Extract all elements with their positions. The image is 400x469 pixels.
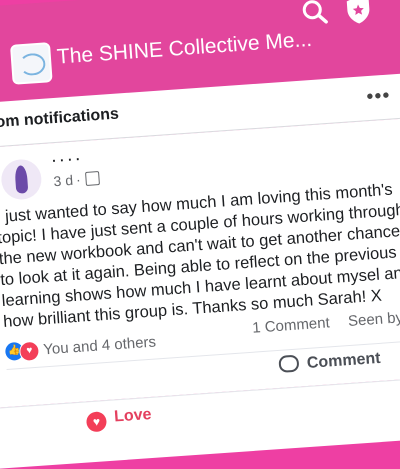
love-reaction-icon: ♥ (18, 340, 41, 362)
search-icon[interactable] (299, 0, 329, 32)
author-avatar[interactable] (0, 158, 43, 201)
screenshot-stage: The SHINE Collective Me... rom notificat… (0, 0, 400, 469)
meta-separator: · (75, 171, 82, 188)
more-options-icon[interactable]: ••• (366, 85, 392, 110)
group-avatar[interactable] (9, 42, 53, 85)
comment-icon (278, 354, 300, 373)
avatar-figure (14, 165, 29, 194)
group-privacy-icon (85, 171, 101, 186)
author-name[interactable]: · · · · (52, 151, 81, 168)
group-title[interactable]: The SHINE Collective Me... (56, 28, 313, 70)
love-button[interactable]: ♥ Love (85, 405, 153, 433)
shield-icon[interactable] (343, 0, 373, 30)
comment-label: Comment (306, 349, 382, 372)
reaction-summary[interactable]: 👍 ♥ You and 4 others (4, 333, 157, 365)
love-label: Love (113, 405, 153, 426)
heart-icon: ♥ (85, 411, 108, 433)
section-title: rom notifications (0, 105, 120, 132)
post-meta: 3 d · (53, 170, 101, 189)
seen-by[interactable]: Seen by (347, 309, 400, 330)
post-time[interactable]: 3 d (53, 172, 74, 189)
comment-button[interactable]: Comment (278, 349, 381, 382)
comment-count[interactable]: 1 Comment (252, 314, 331, 336)
post-body: I just wanted to say how much I am lovin… (0, 180, 400, 332)
reactions-text: You and 4 others (42, 333, 157, 359)
post-card: · · · · 3 d · I just wanted to say how mu… (0, 117, 400, 408)
group-logo-icon (18, 52, 47, 77)
